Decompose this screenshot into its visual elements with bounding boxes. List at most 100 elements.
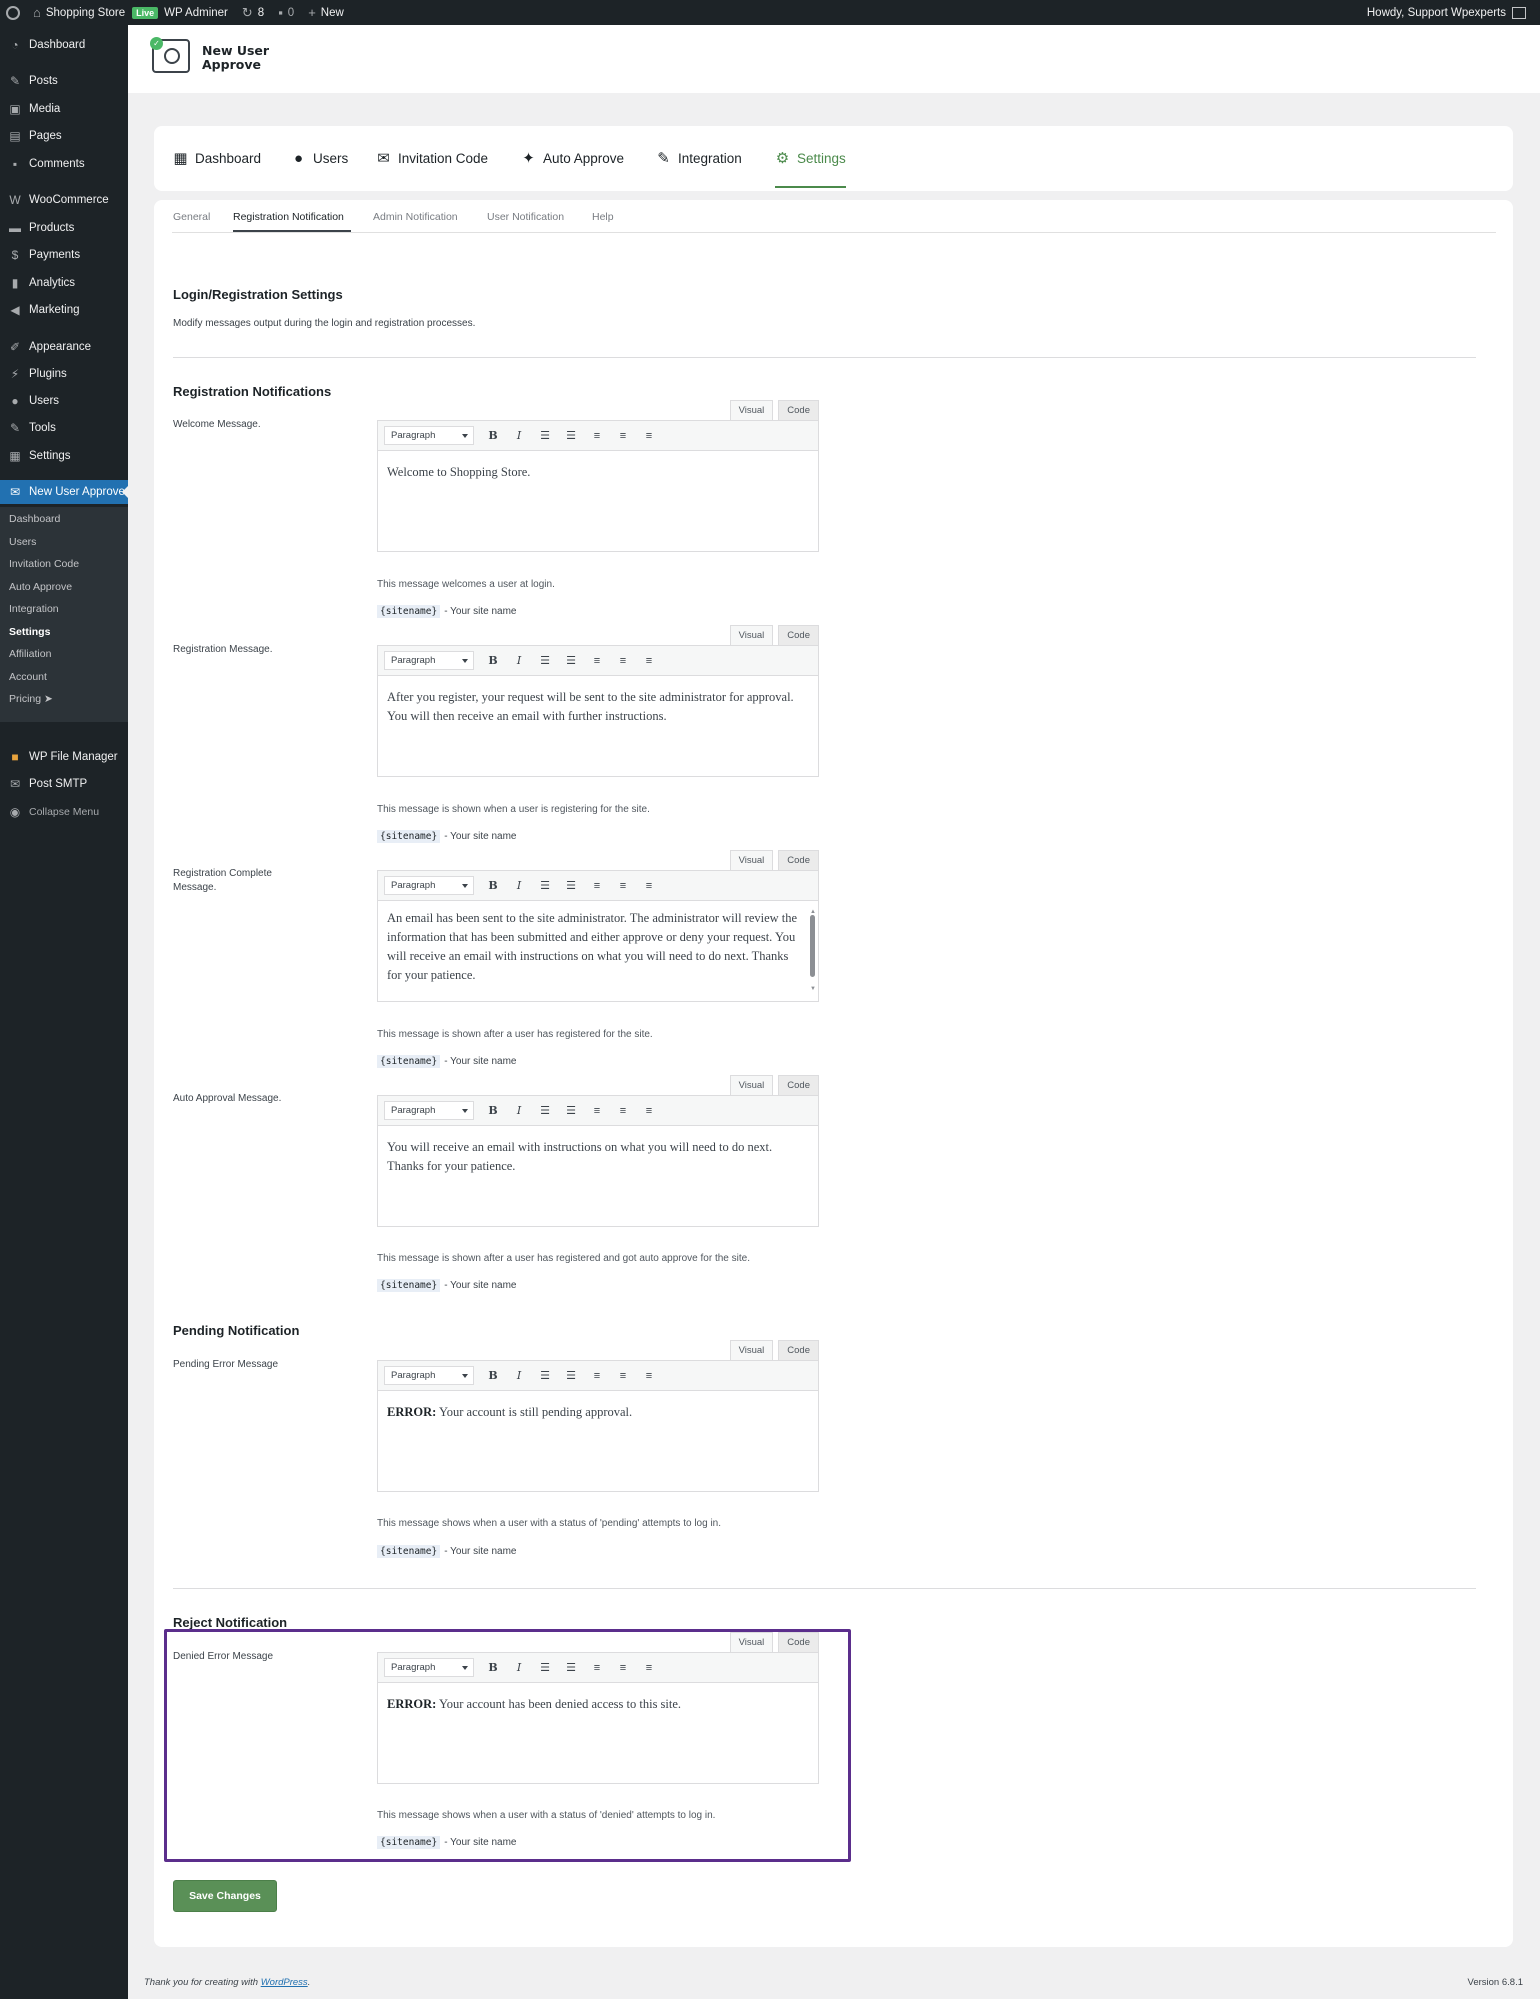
menu-payments[interactable]: $ Payments [0,243,128,267]
menu-post-smtp[interactable]: ✉ Post SMTP [0,772,128,796]
align-right-icon[interactable]: ≡ [636,426,662,446]
italic-icon[interactable]: I [506,1366,532,1386]
align-center-icon[interactable]: ≡ [610,1366,636,1386]
format-select[interactable]: Paragraph [384,651,474,670]
editor-content-registration[interactable]: After you register, your request will be… [378,676,818,776]
submenu-pricing[interactable]: Pricing ➤ [9,690,53,708]
format-select[interactable]: Paragraph [384,876,474,895]
bold-icon[interactable]: B [480,651,506,671]
format-select[interactable]: Paragraph [384,1658,474,1677]
numbered-list-icon[interactable]: ☰ [558,651,584,671]
italic-icon[interactable]: I [506,651,532,671]
code-tab[interactable]: Code [778,1075,819,1095]
menu-settings[interactable]: ▦ Settings [0,444,128,468]
align-left-icon[interactable]: ≡ [584,1366,610,1386]
visual-tab[interactable]: Visual [729,400,774,420]
bold-icon[interactable]: B [480,876,506,896]
code-tab[interactable]: Code [778,1632,819,1652]
numbered-list-icon[interactable]: ☰ [558,1658,584,1678]
subtab-help[interactable]: Help [592,211,614,223]
editor-content-auto-approval[interactable]: You will receive an email with instructi… [378,1126,818,1226]
visual-tab[interactable]: Visual [729,1632,774,1652]
save-changes-button[interactable]: Save Changes [173,1880,277,1912]
numbered-list-icon[interactable]: ☰ [558,1366,584,1386]
bullet-list-icon[interactable]: ☰ [532,1366,558,1386]
align-center-icon[interactable]: ≡ [610,876,636,896]
align-right-icon[interactable]: ≡ [636,876,662,896]
align-center-icon[interactable]: ≡ [610,426,636,446]
bold-icon[interactable]: B [480,1658,506,1678]
format-select[interactable]: Paragraph [384,1366,474,1385]
tab-settings[interactable]: ⚙ Settings [775,126,846,191]
menu-users[interactable]: ● Users [0,389,128,413]
align-left-icon[interactable]: ≡ [584,651,610,671]
visual-tab[interactable]: Visual [729,625,774,645]
align-center-icon[interactable]: ≡ [610,1658,636,1678]
new-content-link[interactable]: + New [301,0,351,25]
italic-icon[interactable]: I [506,1101,532,1121]
tab-dashboard[interactable]: ▦ Dashboard [173,126,261,191]
format-select[interactable]: Paragraph [384,1101,474,1120]
align-right-icon[interactable]: ≡ [636,1101,662,1121]
italic-icon[interactable]: I [506,426,532,446]
wordpress-logo-icon[interactable] [6,5,20,20]
submenu-settings[interactable]: Settings [9,623,50,641]
editor-content-pending[interactable]: ERROR: Your account is still pending app… [378,1391,818,1491]
scroll-down-icon[interactable]: ▼ [810,980,816,999]
align-center-icon[interactable]: ≡ [610,1101,636,1121]
menu-new-user-approve[interactable]: ✉ New User Approve [0,480,128,504]
menu-comments[interactable]: ▪ Comments [0,152,128,176]
numbered-list-icon[interactable]: ☰ [558,876,584,896]
menu-tools[interactable]: ✎ Tools [0,416,128,440]
align-right-icon[interactable]: ≡ [636,1658,662,1678]
code-tab[interactable]: Code [778,625,819,645]
italic-icon[interactable]: I [506,876,532,896]
wordpress-link[interactable]: WordPress [261,1977,308,1988]
subtab-admin-notification[interactable]: Admin Notification [373,211,458,223]
submenu-integration[interactable]: Integration [9,600,59,618]
submenu-invitation-code[interactable]: Invitation Code [9,555,79,573]
tab-auto-approve[interactable]: ✦ Auto Approve [521,126,624,191]
align-left-icon[interactable]: ≡ [584,876,610,896]
submenu-affiliation[interactable]: Affiliation [9,645,51,663]
menu-plugins[interactable]: ⚡ Plugins [0,362,128,386]
visual-tab[interactable]: Visual [729,1075,774,1095]
editor-content-registration-complete[interactable]: An email has been sent to the site admin… [378,901,818,1001]
align-right-icon[interactable]: ≡ [636,1366,662,1386]
align-left-icon[interactable]: ≡ [584,1101,610,1121]
wp-admin-link[interactable]: WP Adminer [162,0,235,25]
subtab-general[interactable]: General [173,211,210,223]
updates-link[interactable]: ↻ 8 [235,0,271,25]
align-center-icon[interactable]: ≡ [610,651,636,671]
editor-content-welcome[interactable]: Welcome to Shopping Store. [378,451,818,551]
menu-appearance[interactable]: ✐ Appearance [0,335,128,359]
editor-content-denied[interactable]: ERROR: Your account has been denied acce… [378,1683,818,1783]
menu-marketing[interactable]: ◀ Marketing [0,298,128,322]
code-tab[interactable]: Code [778,850,819,870]
scrollbar[interactable]: ▲ ▼ [810,905,816,997]
comments-link[interactable]: ▪ 0 [271,0,301,25]
bold-icon[interactable]: B [480,1101,506,1121]
visual-tab[interactable]: Visual [729,1340,774,1360]
numbered-list-icon[interactable]: ☰ [558,426,584,446]
menu-pages[interactable]: ▤ Pages [0,124,128,148]
tab-integration[interactable]: ✎ Integration [656,126,742,191]
submenu-users[interactable]: Users [9,533,36,551]
menu-products[interactable]: ▬ Products [0,216,128,240]
bullet-list-icon[interactable]: ☰ [532,426,558,446]
align-left-icon[interactable]: ≡ [584,1658,610,1678]
menu-woocommerce[interactable]: W WooCommerce [0,188,128,212]
submenu-account[interactable]: Account [9,668,47,686]
italic-icon[interactable]: I [506,1658,532,1678]
bullet-list-icon[interactable]: ☰ [532,1101,558,1121]
numbered-list-icon[interactable]: ☰ [558,1101,584,1121]
align-left-icon[interactable]: ≡ [584,426,610,446]
align-right-icon[interactable]: ≡ [636,651,662,671]
bullet-list-icon[interactable]: ☰ [532,876,558,896]
menu-analytics[interactable]: ▮ Analytics [0,271,128,295]
menu-posts[interactable]: ✎ Posts [0,69,128,93]
site-name-link[interactable]: ⌂ Shopping Store [26,0,132,25]
submenu-dashboard[interactable]: Dashboard [9,510,60,528]
submenu-auto-approve[interactable]: Auto Approve [9,578,72,596]
code-tab[interactable]: Code [778,1340,819,1360]
